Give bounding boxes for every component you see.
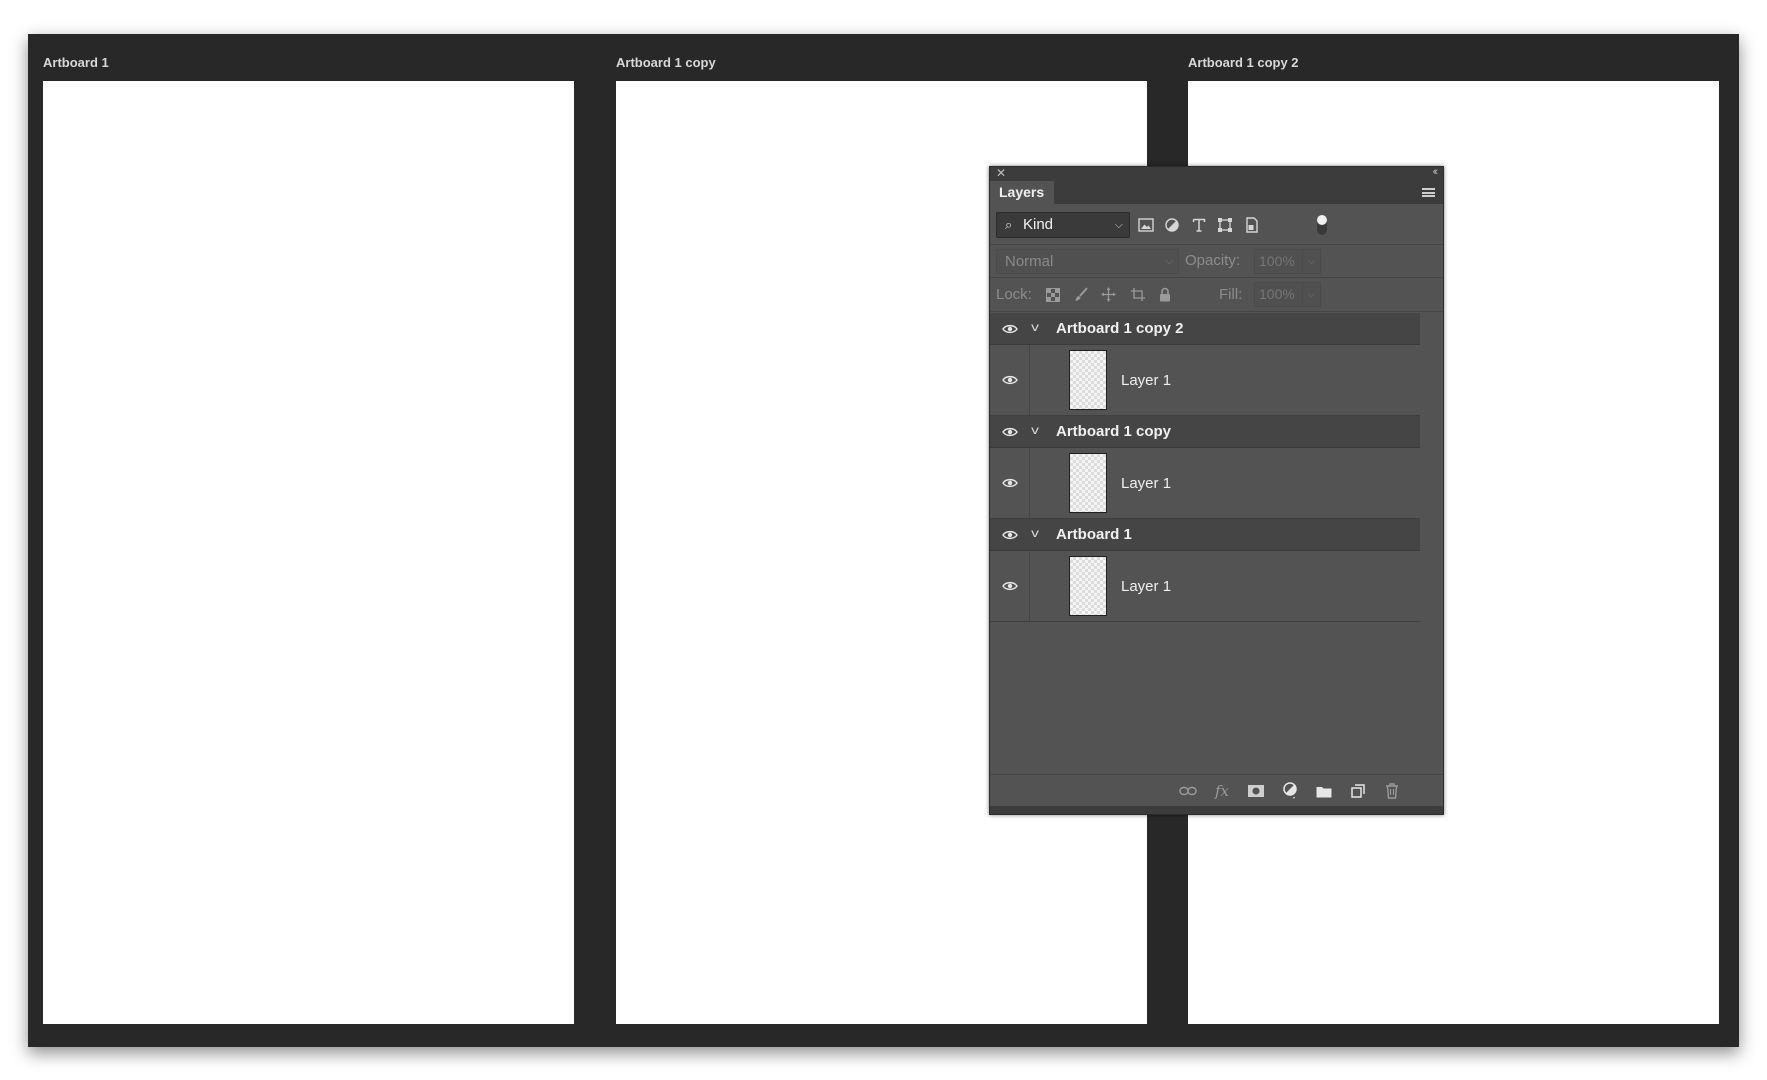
type-filter-icon[interactable] xyxy=(1189,215,1209,235)
kind-filter-select[interactable]: ⌕ Kind ⌵ xyxy=(996,212,1130,238)
panel-titlebar[interactable]: ✕ ‹‹ xyxy=(990,166,1443,181)
mask-icon[interactable] xyxy=(1246,781,1266,801)
blend-row: Normal ⌵ Opacity: 100% ⌵ xyxy=(990,245,1443,278)
artboard-1[interactable] xyxy=(43,81,574,1024)
layer-row[interactable]: Layer 1 xyxy=(990,551,1420,622)
chevron-down-icon[interactable]: v xyxy=(1031,526,1039,540)
layer-row[interactable]: Layer 1 xyxy=(990,448,1420,519)
artboard-label[interactable]: Artboard 1 xyxy=(43,55,109,70)
fx-icon[interactable]: fx xyxy=(1212,781,1232,801)
layer-name: Layer 1 xyxy=(1121,372,1172,389)
visibility-toggle[interactable] xyxy=(990,551,1030,621)
trash-icon[interactable] xyxy=(1382,781,1402,801)
panel-tabbar: Layers xyxy=(990,181,1443,204)
layers-panel: ✕ ‹‹ Layers ⌕ Kind ⌵ Normal ⌵ Opacity: 1… xyxy=(989,166,1444,815)
layer-thumbnail[interactable] xyxy=(1069,453,1107,513)
eye-icon xyxy=(1001,375,1018,385)
chevron-down-icon[interactable]: v xyxy=(1031,423,1039,437)
chevron-down-icon[interactable]: v xyxy=(1031,320,1039,334)
layer-name: Layer 1 xyxy=(1121,578,1172,595)
layer-row[interactable]: Layer 1 xyxy=(990,345,1420,416)
shape-filter-icon[interactable] xyxy=(1215,215,1235,235)
layers-bottom-toolbar: fx xyxy=(990,774,1443,806)
lock-transparent-pixels-icon[interactable] xyxy=(1044,286,1061,303)
lock-artboard-nesting-icon[interactable] xyxy=(1129,286,1146,303)
eye-icon xyxy=(1001,478,1018,488)
fill-value: 100% xyxy=(1259,286,1295,302)
panel-resize-grip[interactable] xyxy=(990,806,1443,814)
artboard-label[interactable]: Artboard 1 copy xyxy=(616,55,716,70)
link-icon[interactable] xyxy=(1178,781,1198,801)
adjustment-filter-icon[interactable] xyxy=(1162,215,1182,235)
search-icon: ⌕ xyxy=(1005,217,1013,232)
eye-icon xyxy=(1001,324,1018,333)
lock-position-icon[interactable] xyxy=(1100,286,1117,303)
close-icon[interactable]: ✕ xyxy=(996,166,1006,180)
tab-layers[interactable]: Layers xyxy=(990,181,1054,204)
chevron-down-icon[interactable]: ⌵ xyxy=(1302,250,1320,273)
filter-toggle[interactable] xyxy=(1317,215,1327,235)
chevron-down-icon[interactable]: ⌵ xyxy=(1302,283,1320,306)
lock-label: Lock: xyxy=(996,286,1032,303)
layer-thumbnail[interactable] xyxy=(1069,350,1107,410)
group-name: Artboard 1 copy xyxy=(1056,423,1172,440)
pasteboard: Artboard 1 Artboard 1 copy Artboard 1 co… xyxy=(28,34,1739,1047)
layers-list: v Artboard 1 copy 2 Layer 1 v Artboard 1… xyxy=(990,313,1420,622)
collapse-icon[interactable]: ‹‹ xyxy=(1433,166,1439,178)
visibility-toggle[interactable] xyxy=(990,345,1030,415)
blend-mode-value: Normal xyxy=(1005,253,1054,270)
lock-row: Lock: Fill: 100% ⌵ xyxy=(990,278,1443,312)
eye-icon xyxy=(1001,581,1018,591)
fill-field[interactable]: 100% ⌵ xyxy=(1254,282,1321,307)
fill-label: Fill: xyxy=(1219,286,1243,303)
layer-name: Layer 1 xyxy=(1121,475,1172,492)
artboard-group-row[interactable]: v Artboard 1 copy 2 xyxy=(990,313,1420,345)
eye-icon xyxy=(1001,530,1018,539)
image-filter-icon[interactable] xyxy=(1136,215,1156,235)
kind-filter-value: Kind xyxy=(1023,216,1054,233)
artboard-group-row[interactable]: v Artboard 1 copy xyxy=(990,416,1420,448)
visibility-toggle[interactable] xyxy=(990,416,1030,447)
group-name: Artboard 1 copy 2 xyxy=(1056,320,1184,337)
layer-thumbnail[interactable] xyxy=(1069,556,1107,616)
artboard-label[interactable]: Artboard 1 copy 2 xyxy=(1188,55,1299,70)
visibility-toggle[interactable] xyxy=(990,313,1030,344)
visibility-toggle[interactable] xyxy=(990,448,1030,518)
lock-all-icon[interactable] xyxy=(1156,286,1173,303)
opacity-field[interactable]: 100% ⌵ xyxy=(1254,249,1321,274)
group-name: Artboard 1 xyxy=(1056,526,1132,543)
visibility-toggle[interactable] xyxy=(990,519,1030,550)
adjustment-icon[interactable] xyxy=(1280,781,1300,801)
folder-icon[interactable] xyxy=(1314,781,1334,801)
opacity-label: Opacity: xyxy=(1185,252,1241,269)
chevron-down-icon: ⌵ xyxy=(1114,219,1123,231)
artboard-group-row[interactable]: v Artboard 1 xyxy=(990,519,1420,551)
blend-mode-select[interactable]: Normal ⌵ xyxy=(996,249,1179,274)
panel-menu-icon[interactable] xyxy=(1422,188,1435,197)
opacity-value: 100% xyxy=(1259,253,1295,269)
lock-image-pixels-icon[interactable] xyxy=(1073,286,1090,303)
filter-row: ⌕ Kind ⌵ xyxy=(990,204,1443,245)
new-layer-icon[interactable] xyxy=(1348,781,1368,801)
chevron-down-icon: ⌵ xyxy=(1165,256,1173,267)
smart-object-filter-icon[interactable] xyxy=(1242,215,1262,235)
eye-icon xyxy=(1001,427,1018,436)
